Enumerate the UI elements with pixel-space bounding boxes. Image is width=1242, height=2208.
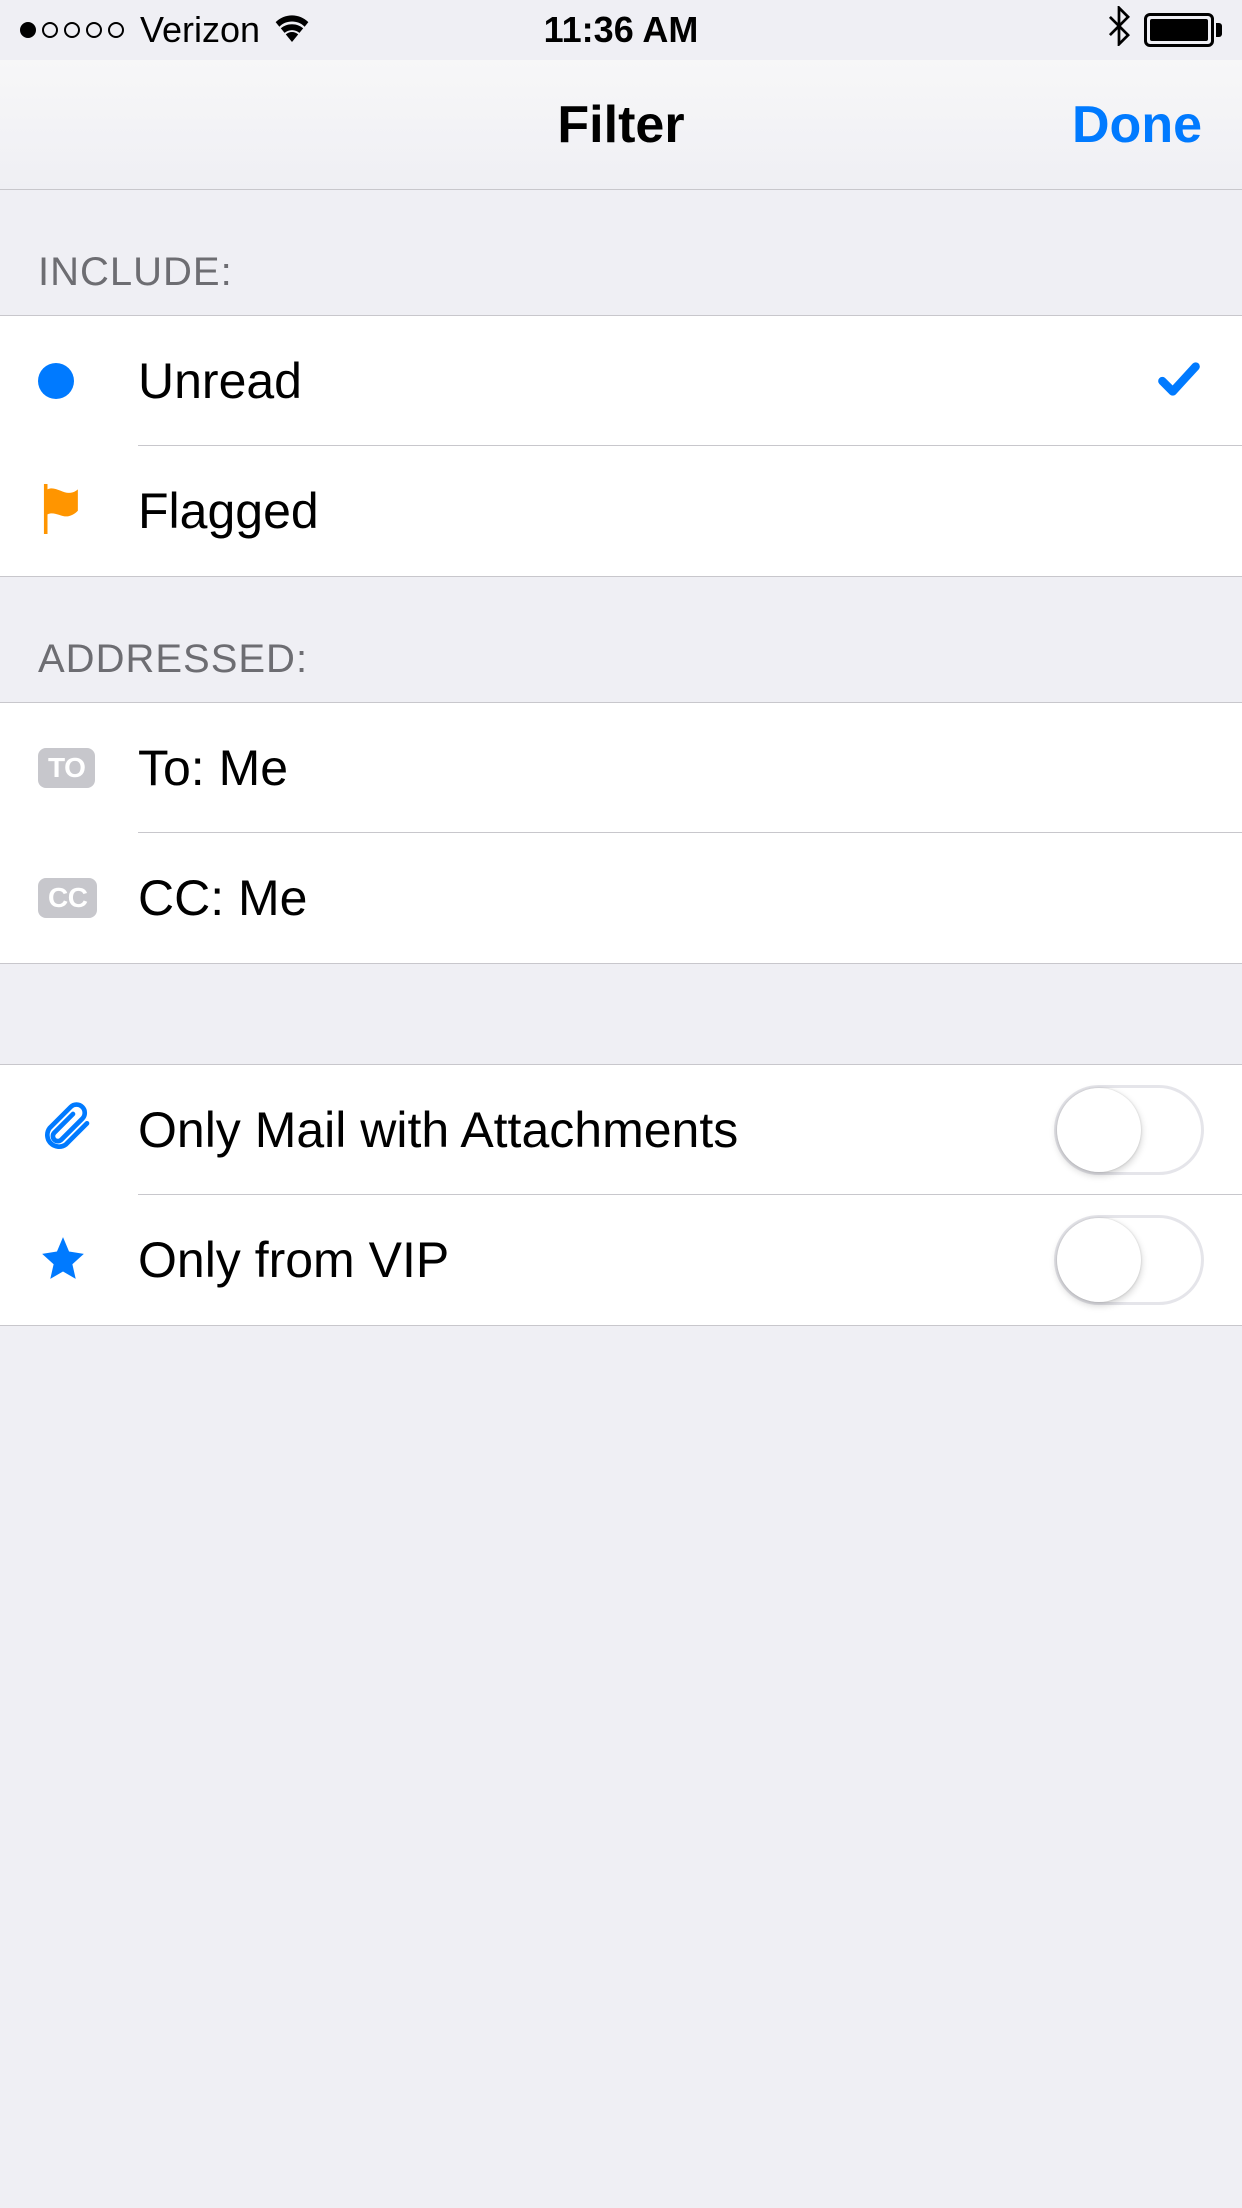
flag-icon: [38, 484, 82, 539]
section-header-addressed: ADDRESSED:: [0, 577, 1242, 702]
signal-strength-icon: [20, 22, 124, 38]
addressed-group: TO To: Me CC CC: Me: [0, 702, 1242, 964]
status-time: 11:36 AM: [544, 9, 699, 51]
cc-badge-icon: CC: [38, 878, 97, 918]
include-group: Unread Flagged: [0, 315, 1242, 577]
done-button[interactable]: Done: [1072, 95, 1202, 155]
paperclip-icon: [38, 1100, 94, 1161]
unread-dot-icon: [38, 363, 74, 399]
filter-row-to-me[interactable]: TO To: Me: [0, 703, 1242, 833]
attachments-label: Only Mail with Attachments: [138, 1101, 1054, 1159]
vip-toggle[interactable]: [1054, 1215, 1204, 1305]
filter-row-cc-me[interactable]: CC CC: Me: [0, 833, 1242, 963]
filter-row-flagged[interactable]: Flagged: [0, 446, 1242, 576]
attachments-toggle[interactable]: [1054, 1085, 1204, 1175]
navigation-bar: Filter Done: [0, 60, 1242, 190]
wifi-icon: [270, 9, 314, 51]
filter-row-unread[interactable]: Unread: [0, 316, 1242, 446]
unread-label: Unread: [138, 352, 1154, 410]
carrier-label: Verizon: [140, 9, 260, 51]
battery-icon: [1144, 13, 1222, 47]
flagged-label: Flagged: [138, 482, 1204, 540]
star-icon: [38, 1233, 88, 1288]
filter-row-vip[interactable]: Only from VIP: [0, 1195, 1242, 1325]
cc-me-label: CC: Me: [138, 869, 1204, 927]
page-title: Filter: [557, 95, 684, 155]
status-right: [1108, 6, 1222, 55]
bluetooth-icon: [1108, 6, 1130, 55]
vip-label: Only from VIP: [138, 1231, 1054, 1289]
to-me-label: To: Me: [138, 739, 1204, 797]
checkmark-icon: [1154, 354, 1204, 409]
options-group: Only Mail with Attachments Only from VIP: [0, 1064, 1242, 1326]
filter-row-attachments[interactable]: Only Mail with Attachments: [0, 1065, 1242, 1195]
status-left: Verizon: [20, 9, 314, 51]
status-bar: Verizon 11:36 AM: [0, 0, 1242, 60]
to-badge-icon: TO: [38, 748, 95, 788]
section-header-include: INCLUDE:: [0, 190, 1242, 315]
